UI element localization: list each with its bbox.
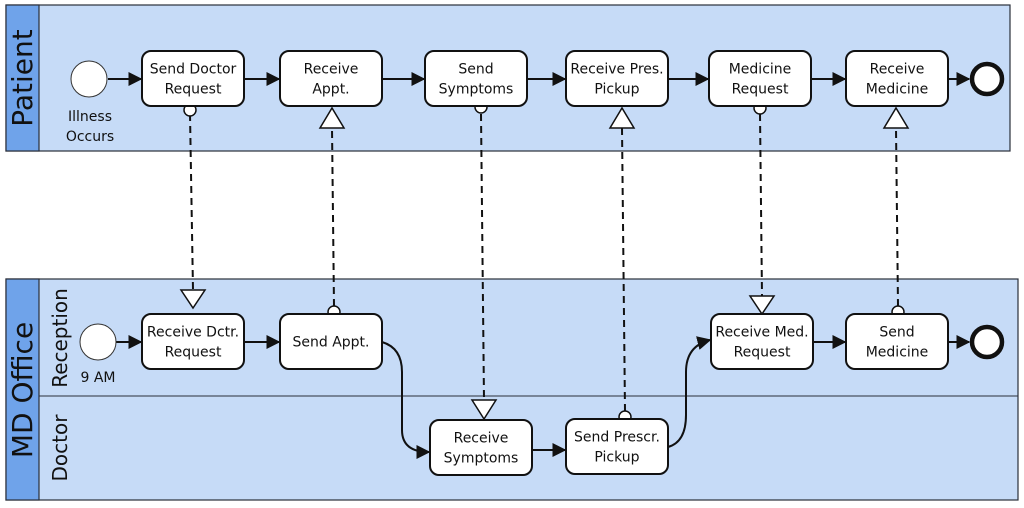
task-p2[interactable]: Receive Appt. (279, 50, 383, 107)
task-box[interactable] (845, 50, 949, 107)
bpmn-diagram: Patient MD Office Reception Doctor Illne… (5, 4, 1019, 501)
task-r3[interactable]: Receive Med. Request (710, 313, 814, 370)
task-d2[interactable]: Send Prescr. Pickup (565, 418, 669, 475)
task-box[interactable] (141, 50, 245, 107)
task-box[interactable] (708, 50, 812, 107)
task-p6[interactable]: Receive Medicine (845, 50, 949, 107)
start-event-reception[interactable] (79, 323, 117, 361)
task-box[interactable] (141, 313, 245, 370)
start-event-label-reception: 9 AM (80, 370, 115, 386)
task-label: Send Appt. (293, 335, 370, 351)
task-box[interactable] (845, 313, 949, 370)
end-event-reception[interactable] (969, 324, 1005, 360)
task-r2[interactable]: Send Appt. (279, 313, 383, 370)
end-event-patient[interactable] (969, 61, 1005, 97)
task-p1[interactable]: Send Doctor Request (141, 50, 245, 107)
task-box[interactable] (279, 50, 383, 107)
start-event-patient[interactable] (70, 60, 108, 98)
task-p5[interactable]: Medicine Request (708, 50, 812, 107)
lane-title-doctor: Doctor (48, 414, 72, 482)
lane-title-reception: Reception (48, 288, 72, 388)
pool-title-md-office: MD Office (6, 322, 39, 458)
task-box[interactable] (565, 418, 669, 475)
task-box[interactable] (424, 50, 528, 107)
task-box[interactable] (429, 419, 533, 476)
task-box[interactable] (710, 313, 814, 370)
task-r4[interactable]: Send Medicine (845, 313, 949, 370)
task-p4[interactable]: Receive Pres. Pickup (565, 50, 669, 107)
task-p3[interactable]: Send Symptoms (424, 50, 528, 107)
task-r1[interactable]: Receive Dctr. Request (141, 313, 245, 370)
pool-title-patient: Patient (6, 29, 39, 127)
task-d1[interactable]: Receive Symptoms (429, 419, 533, 476)
task-box[interactable] (565, 50, 669, 107)
